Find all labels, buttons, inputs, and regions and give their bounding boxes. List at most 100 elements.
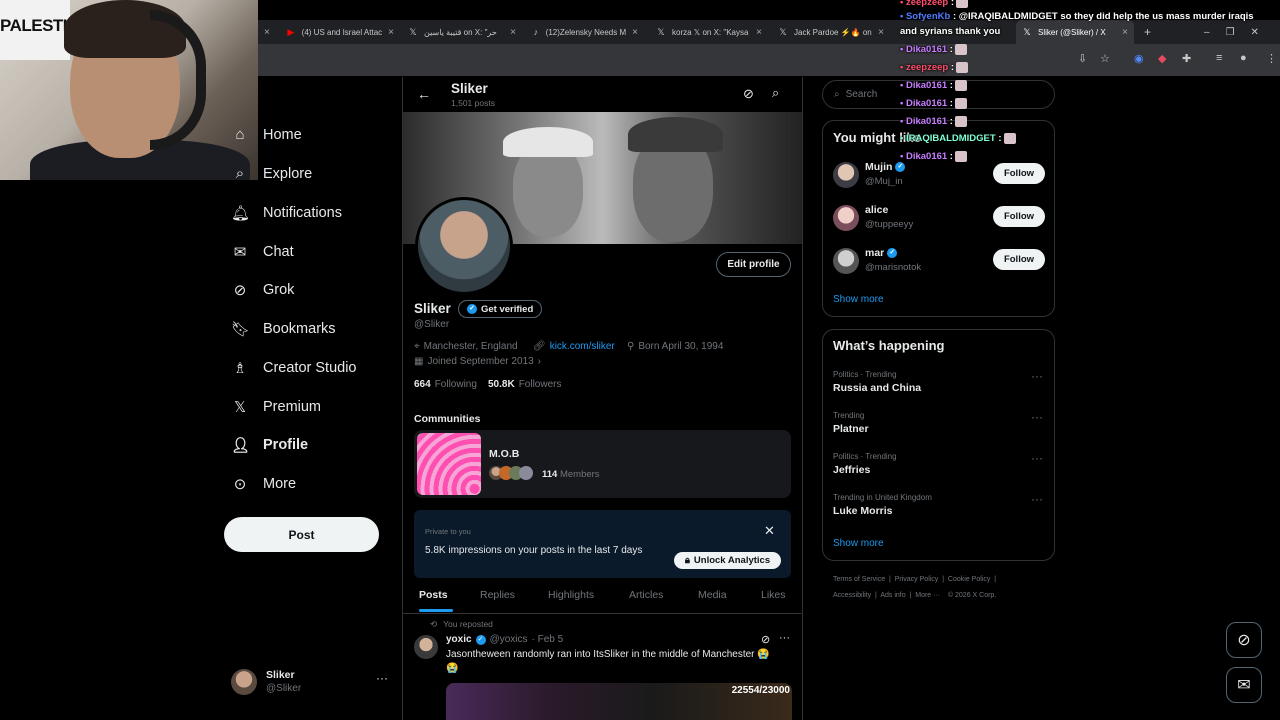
footer-link[interactable]: Cookie Policy: [948, 576, 990, 583]
browser-tab[interactable]: ♪ (12)Zelensky Needs M ×: [526, 20, 644, 44]
post-button[interactable]: Post: [224, 517, 379, 552]
grok-icon[interactable]: ⊘: [743, 86, 754, 102]
post-author[interactable]: yoxic: [446, 634, 472, 645]
repost-icon: ⟲: [430, 619, 438, 629]
post-media[interactable]: 22554/23000: [446, 683, 792, 720]
footer-links: Terms of Service | Privacy Policy | Cook…: [833, 576, 997, 583]
more-dots-icon[interactable]: ···: [1031, 451, 1043, 465]
nav-explore[interactable]: ⌕ Explore: [231, 165, 312, 182]
tab-close-partial[interactable]: ×: [258, 20, 272, 44]
more-dots-icon[interactable]: ···: [779, 632, 790, 644]
avatar: [231, 669, 257, 695]
unlock-analytics-button[interactable]: 🔒︎ Unlock Analytics: [674, 552, 781, 569]
grok-fab[interactable]: ⊘: [1226, 622, 1262, 658]
nav-grok[interactable]: ⊘ Grok: [231, 281, 295, 299]
nav-bookmarks[interactable]: 🔖︎ Bookmarks: [231, 320, 336, 338]
post-date[interactable]: · Feb 5: [532, 634, 564, 645]
profile-avatar[interactable]: [415, 197, 513, 295]
get-verified-button[interactable]: ✓ Get verified: [458, 300, 543, 318]
trend-item[interactable]: Trending Platner ···: [833, 410, 1045, 435]
install-app-icon[interactable]: ⇩: [1078, 52, 1087, 65]
show-more-link[interactable]: Show more: [833, 538, 884, 549]
suggestion-row[interactable]: alice @tuppeeyy Follow: [833, 202, 1045, 236]
messages-fab[interactable]: ✉: [1226, 667, 1262, 703]
footer-link[interactable]: Terms of Service: [833, 576, 885, 583]
browser-tab[interactable]: ▶ (4) US and Israel Attac ×: [280, 20, 400, 44]
search-icon[interactable]: ⌕: [772, 85, 779, 101]
trend-item[interactable]: Politics · Trending Russia and China ···: [833, 369, 1045, 394]
footer-link[interactable]: Ads info: [880, 592, 905, 599]
tab-articles[interactable]: Articles: [629, 589, 663, 601]
browser-tab[interactable]: 𝕏 Jack Pardoe ⚡🔥 on ×: [772, 20, 890, 44]
website-link[interactable]: kick.com/sliker: [550, 341, 615, 352]
following-link[interactable]: 664 Following: [414, 379, 477, 390]
members-label: Members: [559, 469, 600, 480]
suggestion-row[interactable]: mar ✓ @marisnotok Follow: [833, 245, 1045, 279]
nav-notifications[interactable]: 🔔︎ Notifications: [231, 204, 342, 222]
back-arrow-icon[interactable]: ←: [417, 86, 431, 102]
website[interactable]: 🔗︎ kick.com/sliker: [533, 341, 615, 352]
restore-icon[interactable]: ❐: [1226, 27, 1235, 38]
show-more-link[interactable]: Show more: [833, 294, 884, 305]
chat-message: • Dika0161 :: [900, 80, 967, 91]
community-card[interactable]: M.O.B 114 Members: [414, 430, 791, 498]
footer-link[interactable]: Accessibility: [833, 592, 871, 599]
grok-icon[interactable]: ⊘: [761, 633, 770, 646]
close-icon[interactable]: ×: [632, 27, 638, 38]
suggestion-row[interactable]: Mujin ✓ @Muj_in Follow: [833, 159, 1045, 193]
close-icon[interactable]: ×: [388, 27, 394, 38]
tab-highlights[interactable]: Highlights: [548, 589, 594, 601]
join-date[interactable]: ▦ Joined September 2013 ›: [414, 356, 541, 367]
followers-link[interactable]: 50.8K Followers: [488, 379, 561, 390]
extension-icon[interactable]: ◉: [1134, 52, 1144, 65]
more-dots-icon[interactable]: ···: [1031, 492, 1043, 506]
browser-tab[interactable]: 𝕏 قتيبة ياسين on X: "حر ×: [402, 20, 522, 44]
trend-item[interactable]: Trending in United Kingdom Luke Morris ·…: [833, 492, 1045, 517]
post-author-handle[interactable]: @yoxics: [490, 634, 528, 645]
nav-creator-studio[interactable]: ♗ Creator Studio: [231, 359, 356, 377]
follow-button[interactable]: Follow: [993, 206, 1045, 227]
close-window-icon[interactable]: ✕: [1251, 27, 1259, 38]
tab-media[interactable]: Media: [698, 589, 727, 601]
close-icon[interactable]: ×: [510, 27, 516, 38]
follow-button[interactable]: Follow: [993, 249, 1045, 270]
more-dots-icon[interactable]: ···: [376, 671, 388, 685]
minimize-icon[interactable]: –: [1204, 27, 1210, 38]
close-icon[interactable]: ×: [264, 27, 270, 38]
browser-tab[interactable]: 𝕏 korza 𝕏 on X: "Kaysa ×: [650, 20, 768, 44]
post-author-avatar[interactable]: [414, 635, 438, 659]
browser-tab-active[interactable]: 𝕏 Sliker (@Sliker) / X ×: [1016, 20, 1134, 44]
more-dots-icon[interactable]: ···: [1031, 369, 1043, 383]
close-icon[interactable]: ×: [1122, 27, 1128, 38]
emote-icon: [954, 116, 967, 127]
extension-icon[interactable]: ◆: [1158, 52, 1166, 65]
tab-replies[interactable]: Replies: [480, 589, 515, 601]
edit-profile-button[interactable]: Edit profile: [716, 252, 791, 277]
tab-title: قتيبة ياسين on X: "حر: [424, 27, 497, 37]
footer-link[interactable]: More ···: [915, 592, 940, 599]
creator-studio-icon: ♗: [233, 360, 247, 377]
more-dots-icon[interactable]: ···: [1031, 410, 1043, 424]
nav-chat[interactable]: ✉ Chat: [231, 243, 294, 261]
new-tab-button[interactable]: +: [1138, 20, 1158, 44]
footer-link[interactable]: Privacy Policy: [895, 576, 939, 583]
star-icon[interactable]: ☆: [1100, 52, 1110, 65]
trend-item[interactable]: Politics · Trending Jeffries ···: [833, 451, 1045, 476]
profile-icon[interactable]: ●: [1240, 52, 1247, 64]
nav-premium[interactable]: 𝕏 Premium: [231, 398, 321, 416]
nav-home[interactable]: ⌂ Home: [231, 126, 301, 143]
nav-profile[interactable]: 👤︎ Profile: [231, 436, 308, 454]
close-icon[interactable]: ×: [878, 27, 884, 38]
chat-text: :: [995, 133, 1002, 145]
nav-more[interactable]: ⊙ More: [231, 475, 296, 493]
close-icon[interactable]: ✕: [764, 523, 775, 539]
reading-list-icon[interactable]: ≡: [1216, 52, 1222, 64]
follow-button[interactable]: Follow: [993, 163, 1045, 184]
menu-icon[interactable]: ⋮: [1266, 52, 1277, 65]
account-switcher[interactable]: Sliker @Sliker ···: [231, 667, 391, 697]
puzzle-icon[interactable]: ✚: [1182, 52, 1191, 65]
close-icon[interactable]: ×: [756, 27, 762, 38]
tab-likes[interactable]: Likes: [761, 589, 786, 601]
tab-posts[interactable]: Posts: [419, 589, 448, 601]
x-logo-icon: 𝕏: [1023, 26, 1031, 37]
